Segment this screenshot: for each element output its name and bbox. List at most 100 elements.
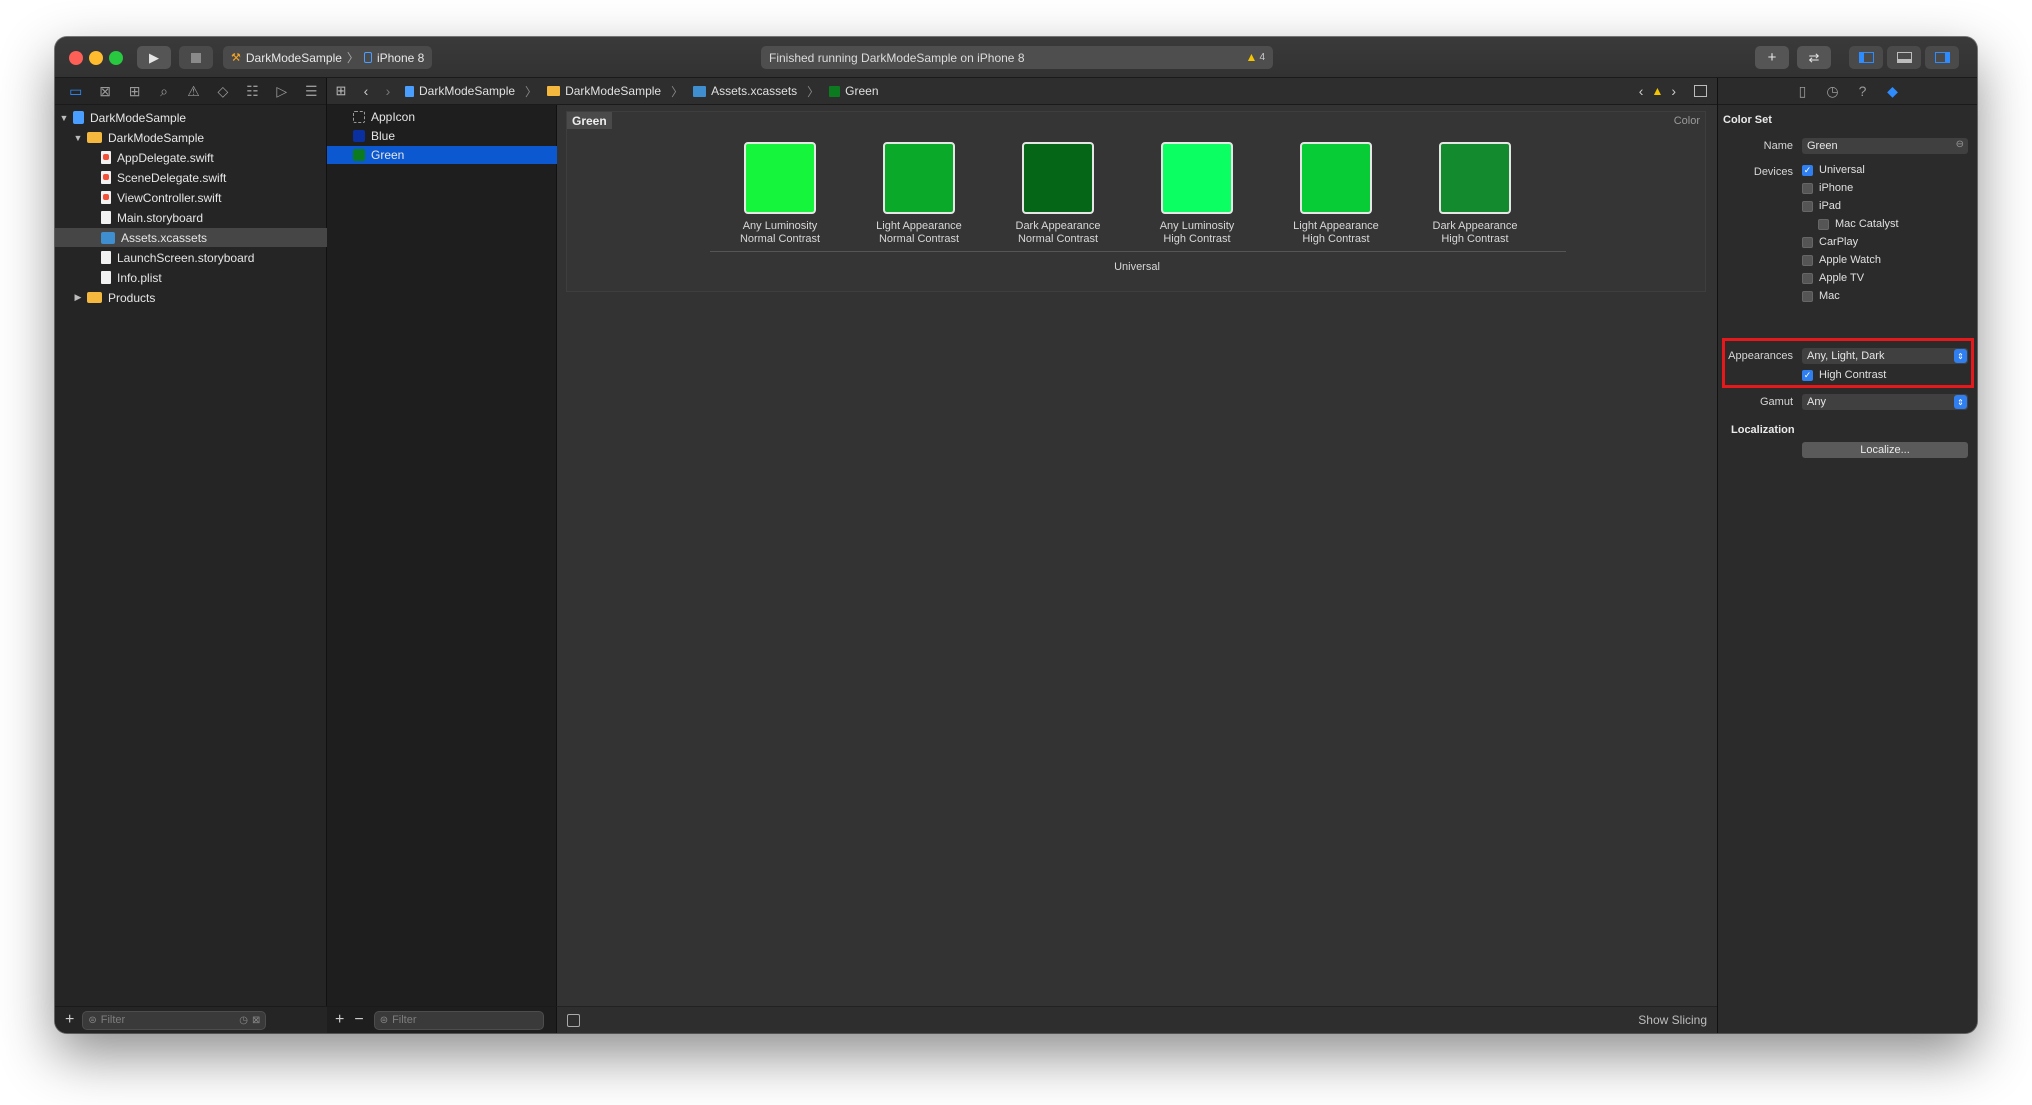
breadcrumb-item[interactable]: DarkModeSample [419,84,515,98]
attributes-inspector-icon[interactable]: ◆ [1885,83,1901,100]
group-divider [710,251,1566,252]
color-well-cell[interactable]: Light Appearance High Contrast [1267,142,1405,245]
source-control-icon[interactable]: ⊠ [90,83,119,100]
remove-icon[interactable]: − [354,1011,363,1029]
source-control-filter-icon[interactable]: ⊠ [252,1015,260,1026]
navigator-item[interactable]: SceneDelegate.swift [55,168,327,187]
back-arrow-icon[interactable]: ‹ [355,83,377,99]
color-well-cell[interactable]: Any Luminosity High Contrast [1128,142,1266,245]
high-contrast-checkbox[interactable]: ✓ High Contrast [1802,369,1886,381]
help-inspector-icon[interactable]: ? [1855,83,1871,99]
minimize-window-button[interactable] [89,51,103,65]
color-swatch[interactable] [883,142,955,214]
asset-list-item[interactable]: AppIcon [327,108,557,126]
activity-viewer[interactable]: Finished running DarkModeSample on iPhon… [761,46,1273,69]
device-checkbox[interactable]: Apple TV [1802,272,1864,284]
device-checkbox[interactable]: ✓ Universal [1802,164,1865,176]
breakpoint-icon[interactable]: ▷ [267,83,296,100]
code-review-button[interactable]: ⇄ [1797,46,1831,69]
breadcrumb-item[interactable]: DarkModeSample [565,84,661,98]
device-checkbox[interactable]: iPad [1802,200,1841,212]
editor-options-icon[interactable] [1694,85,1707,97]
color-cell-label-line1: Dark Appearance [1015,220,1101,232]
chevron-right-icon: 〉 [671,84,684,99]
recent-files-icon[interactable]: ◷ [239,1015,248,1026]
report-icon[interactable]: ☰ [297,83,326,100]
navigator-item-label: AppDelegate.swift [117,150,214,165]
navigator-item[interactable]: LaunchScreen.storyboard [55,248,327,267]
slicing-view-icon[interactable] [567,1013,580,1027]
toggle-inspector-button[interactable] [1925,46,1959,69]
toggle-navigator-button[interactable] [1849,46,1883,69]
scheme-selector[interactable]: ⚒ DarkModeSample 〉 iPhone 8 [223,46,433,69]
play-icon: ▶ [149,49,159,65]
breadcrumb: DarkModeSample 〉 DarkModeSample 〉 Assets… [405,83,879,100]
color-well-cell[interactable]: Dark Appearance High Contrast [1406,142,1544,245]
history-inspector-icon[interactable]: ◷ [1825,83,1841,100]
search-icon[interactable]: ⌕ [149,83,178,100]
symbol-icon[interactable]: ⊞ [120,83,149,100]
color-swatch[interactable] [744,142,816,214]
device-label: Universal [1819,164,1865,176]
related-items-icon[interactable]: ⊞ [327,83,355,99]
navigator-item[interactable]: ViewController.swift [55,188,327,207]
warning-indicator[interactable]: ▲ 4 [1246,50,1265,64]
breadcrumb-item[interactable]: Green [845,84,878,98]
device-checkbox[interactable]: Mac [1802,290,1840,302]
gamut-popup[interactable]: Any ⇕ [1802,394,1968,410]
toggle-debug-area-button[interactable] [1887,46,1921,69]
clear-icon[interactable]: ⊖ [1956,139,1964,150]
zoom-window-button[interactable] [109,51,123,65]
previous-issue-icon[interactable]: ‹ [1639,83,1644,99]
project-navigator: ▭ ⊠ ⊞ ⌕ ⚠ ◇ ☷ ▷ ☰ ▼ DarkModeSample ▼ DarkMo… [55,78,327,1033]
color-well-cell[interactable]: Light Appearance Normal Contrast [850,142,988,245]
test-icon[interactable]: ◇ [208,83,237,100]
library-button[interactable]: + [1755,46,1789,69]
file-icon [101,211,111,224]
device-checkbox[interactable]: iPhone [1802,182,1853,194]
color-swatch[interactable] [1439,142,1511,214]
color-swatch[interactable] [1022,142,1094,214]
next-issue-icon[interactable]: › [1671,83,1676,99]
disclosure-expanded-icon[interactable]: ▼ [59,113,69,123]
navigator-filter-field[interactable]: ⊜ Filter ◷ ⊠ [82,1010,267,1030]
navigator-item[interactable]: Info.plist [55,268,327,287]
stop-button[interactable] [179,46,213,69]
color-well-cell[interactable]: Dark Appearance Normal Contrast [989,142,1127,245]
show-slicing-button[interactable]: Show Slicing [1638,1013,1707,1027]
navigator-item[interactable]: Assets.xcassets [55,228,327,247]
disclosure-collapsed-icon[interactable]: ▶ [73,292,83,303]
color-set-title[interactable]: Green [567,112,612,129]
run-button[interactable]: ▶ [137,46,171,69]
asset-list-item[interactable]: Blue [327,127,557,145]
navigator-item[interactable]: AppDelegate.swift [55,148,327,167]
navigator-item[interactable]: ▼ DarkModeSample [55,108,327,127]
close-window-button[interactable] [69,51,83,65]
color-well-cell[interactable]: Any Luminosity Normal Contrast [711,142,849,245]
device-checkbox[interactable]: CarPlay [1802,236,1858,248]
add-icon[interactable]: + [335,1011,344,1029]
appearances-popup[interactable]: Any, Light, Dark ⇕ [1802,348,1968,364]
disclosure-expanded-icon[interactable]: ▼ [73,133,83,143]
color-swatch[interactable] [1300,142,1372,214]
debug-icon[interactable]: ☷ [238,83,267,100]
file-inspector-icon[interactable]: ▯ [1795,83,1811,100]
folder-icon[interactable]: ▭ [61,83,90,100]
forward-arrow-icon[interactable]: › [377,83,399,99]
device-checkbox[interactable]: Apple Watch [1802,254,1881,266]
navigator-item[interactable]: ▶ Products [55,288,327,307]
asset-list-item[interactable]: Green [327,146,557,164]
color-cell-label-line1: Any Luminosity [742,220,818,232]
asset-filter-field[interactable]: ⊜ Filter [373,1010,544,1030]
color-cell-label-line2: Normal Contrast [1017,232,1099,245]
color-swatch[interactable] [1161,142,1233,214]
localize-button[interactable]: Localize... [1802,442,1968,458]
breadcrumb-item[interactable]: Assets.xcassets [711,84,797,98]
issue-icon[interactable]: ⚠ [179,83,208,100]
warning-icon[interactable]: ▲ [1651,84,1663,98]
navigator-item[interactable]: Main.storyboard [55,208,327,227]
name-field[interactable]: Green ⊖ [1802,138,1968,154]
navigator-item[interactable]: ▼ DarkModeSample [55,128,327,147]
device-checkbox[interactable]: Mac Catalyst [1818,218,1899,230]
add-file-icon[interactable]: + [65,1011,74,1029]
